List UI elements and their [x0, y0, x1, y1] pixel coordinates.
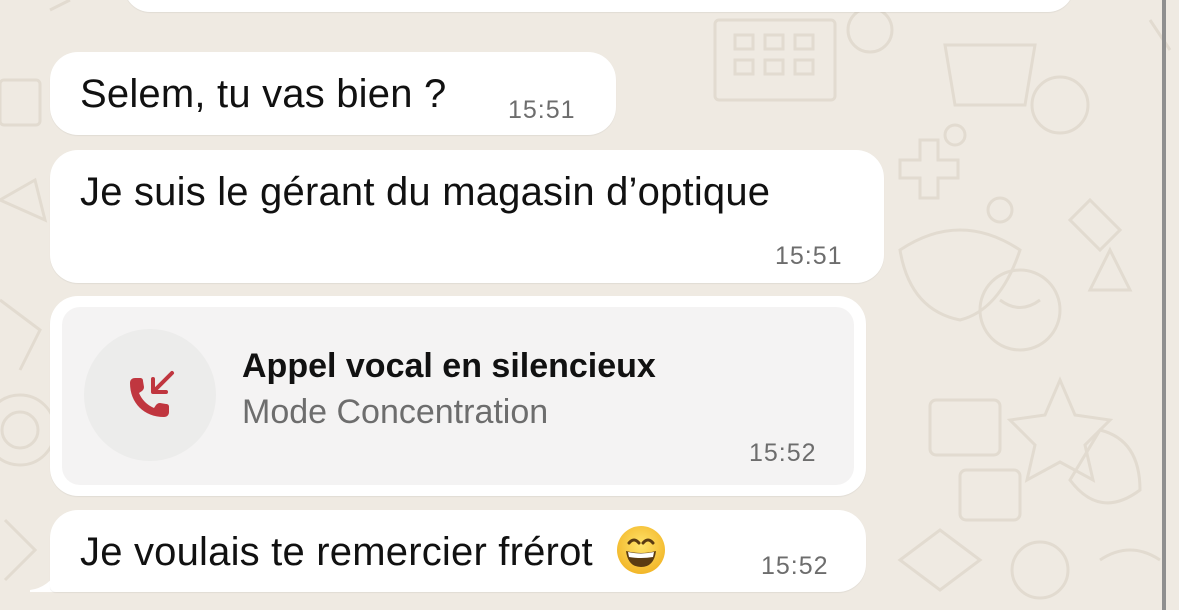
message-bubble[interactable]: Selem, tu vas bien ? 15:51 — [50, 52, 616, 135]
message-text: Selem, tu vas bien ? — [80, 72, 447, 116]
message-text-content: Je voulais te remercier frérot — [80, 530, 593, 574]
grinning-face-emoji — [617, 526, 666, 575]
call-card[interactable]: Appel vocal en silencieux Mode Concentra… — [62, 307, 854, 485]
message-bubble[interactable]: Je suis le gérant du magasin d’optique 1… — [50, 150, 884, 283]
call-title: Appel vocal en silencieux — [242, 347, 656, 385]
message-timestamp: 15:51 — [508, 96, 576, 124]
message-text: Je suis le gérant du magasin d’optique — [80, 170, 771, 214]
message-timestamp: 15:51 — [775, 242, 843, 270]
message-timestamp: 15:52 — [749, 439, 817, 467]
call-message-bubble[interactable]: Appel vocal en silencieux Mode Concentra… — [50, 296, 866, 496]
message-bubble-partial[interactable] — [124, 0, 1074, 12]
scrollbar-edge — [1162, 0, 1166, 610]
message-bubble[interactable]: Je voulais te remercier frérot 15:52 — [50, 510, 866, 592]
call-icon-container — [84, 329, 216, 461]
message-timestamp: 15:52 — [761, 552, 829, 580]
call-subtitle: Mode Concentration — [242, 393, 549, 431]
missed-call-icon — [130, 371, 174, 417]
message-text: Je voulais te remercier frérot — [80, 526, 666, 575]
